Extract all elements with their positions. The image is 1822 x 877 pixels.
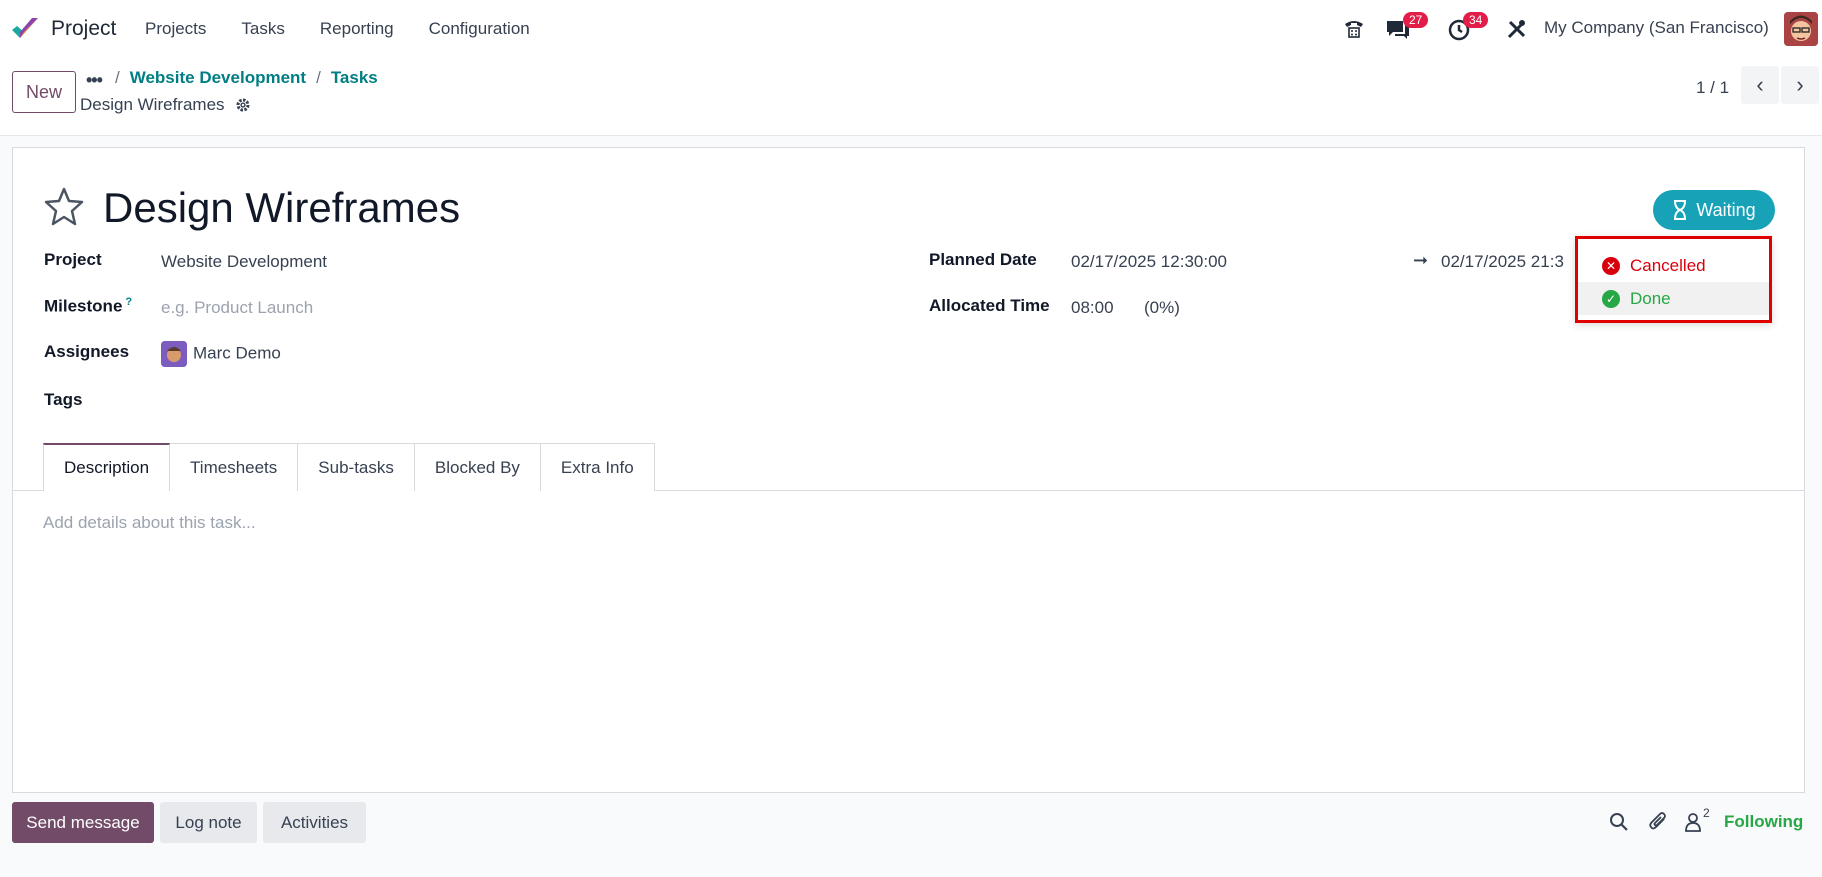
menu-configuration[interactable]: Configuration — [429, 19, 530, 39]
milestone-field[interactable]: e.g. Product Launch — [161, 298, 313, 318]
notebook-tabs: Description Timesheets Sub-tasks Blocked… — [43, 443, 655, 491]
debug-tools-icon[interactable] — [1506, 12, 1528, 46]
task-form-sheet: Design Wireframes Waiting Project Websit… — [12, 147, 1805, 793]
top-navbar: Project Projects Tasks Reporting Configu… — [0, 0, 1822, 58]
state-dropdown-menu: ✕ Cancelled ✓ Done — [1575, 236, 1772, 323]
record-name-label: Design Wireframes — [80, 95, 225, 114]
hourglass-icon — [1674, 200, 1687, 220]
app-name[interactable]: Project — [51, 17, 116, 41]
user-avatar[interactable] — [1784, 12, 1818, 46]
chatter-toolbar: Send message Log note Activities 2 Follo… — [0, 800, 1822, 845]
chevron-left-icon: ‹ — [1756, 72, 1764, 97]
tab-extra-info[interactable]: Extra Info — [539, 443, 655, 491]
tab-timesheets[interactable]: Timesheets — [169, 443, 299, 491]
milestone-label-text: Milestone — [44, 296, 123, 316]
breadcrumb-website-development[interactable]: Website Development — [130, 68, 306, 88]
state-waiting-button[interactable]: Waiting — [1653, 190, 1775, 230]
milestone-help-tooltip[interactable]: ? — [125, 296, 132, 308]
activities-clock-icon[interactable]: 34 — [1447, 12, 1489, 46]
state-label: Waiting — [1696, 199, 1756, 220]
x-circle-icon: ✕ — [1602, 256, 1620, 275]
tab-description[interactable]: Description — [43, 443, 171, 491]
allocated-time-percentage: (0%) — [1144, 298, 1180, 317]
project-label: Project — [44, 250, 102, 269]
tab-sub-tasks[interactable]: Sub-tasks — [297, 443, 415, 491]
pager-next-button[interactable]: › — [1781, 66, 1819, 104]
state-option-cancelled[interactable]: ✕ Cancelled — [1578, 249, 1769, 282]
menu-projects[interactable]: Projects — [145, 19, 206, 39]
record-name: Design Wireframes — [80, 95, 251, 115]
milestone-label: Milestone? — [44, 296, 132, 317]
breadcrumb-separator: / — [115, 68, 120, 87]
menu-reporting[interactable]: Reporting — [320, 19, 394, 39]
planned-date-label: Planned Date — [929, 250, 1037, 269]
allocated-time-field[interactable]: 08:00 — [1071, 298, 1114, 318]
breadcrumb: / Website Development / Tasks — [115, 68, 378, 88]
company-switcher[interactable]: My Company (San Francisco) — [1544, 18, 1769, 38]
tags-label: Tags — [44, 390, 83, 409]
phone-icon[interactable] — [1342, 12, 1366, 46]
breadcrumb-tasks[interactable]: Tasks — [331, 68, 378, 88]
pager-previous-button[interactable]: ‹ — [1741, 66, 1779, 104]
breadcrumb-more-button[interactable]: ••• — [86, 70, 103, 91]
followers-count: 2 — [1703, 806, 1710, 820]
search-icon[interactable] — [1607, 810, 1631, 834]
chevron-right-icon: › — [1796, 72, 1804, 97]
gear-icon[interactable] — [235, 97, 251, 113]
state-option-done-label: Done — [1630, 288, 1671, 308]
send-message-button[interactable]: Send message — [12, 802, 154, 843]
activities-button[interactable]: Activities — [263, 802, 366, 843]
planned-date-start-field[interactable]: 02/17/2025 12:30:00 — [1071, 252, 1227, 272]
main-menu: Projects Tasks Reporting Configuration — [145, 19, 565, 39]
breadcrumb-separator: / — [316, 68, 321, 87]
state-option-done[interactable]: ✓ Done — [1578, 282, 1769, 315]
project-app-logo-icon[interactable] — [10, 14, 40, 44]
pager-value[interactable]: 1 / 1 — [1696, 78, 1729, 98]
star-icon[interactable] — [43, 185, 85, 227]
assignee-avatar — [161, 341, 187, 367]
messages-badge: 27 — [1403, 12, 1429, 28]
paperclip-icon[interactable] — [1647, 810, 1671, 834]
allocated-time-label: Allocated Time — [929, 296, 1050, 315]
new-button[interactable]: New — [12, 71, 76, 113]
messages-icon[interactable]: 27 — [1385, 12, 1429, 46]
check-circle-icon: ✓ — [1602, 289, 1620, 308]
planned-date-end-field[interactable]: 02/17/2025 21:3 — [1441, 252, 1564, 272]
following-button[interactable]: Following — [1724, 812, 1803, 832]
assignee-name: Marc Demo — [193, 343, 281, 363]
task-title[interactable]: Design Wireframes — [103, 184, 460, 232]
project-field[interactable]: Website Development — [161, 252, 327, 272]
activities-badge: 34 — [1463, 12, 1489, 28]
log-note-button[interactable]: Log note — [160, 802, 257, 843]
control-panel: New ••• / Website Development / Tasks De… — [0, 58, 1822, 136]
arrow-right-icon: ➞ — [1413, 250, 1429, 270]
state-option-cancelled-label: Cancelled — [1630, 255, 1706, 275]
menu-tasks[interactable]: Tasks — [241, 19, 284, 39]
tab-blocked-by[interactable]: Blocked By — [413, 443, 541, 491]
description-editor[interactable]: Add details about this task... — [43, 513, 256, 533]
assignees-label: Assignees — [44, 342, 130, 361]
assignee-tag[interactable]: Marc Demo — [161, 341, 281, 367]
